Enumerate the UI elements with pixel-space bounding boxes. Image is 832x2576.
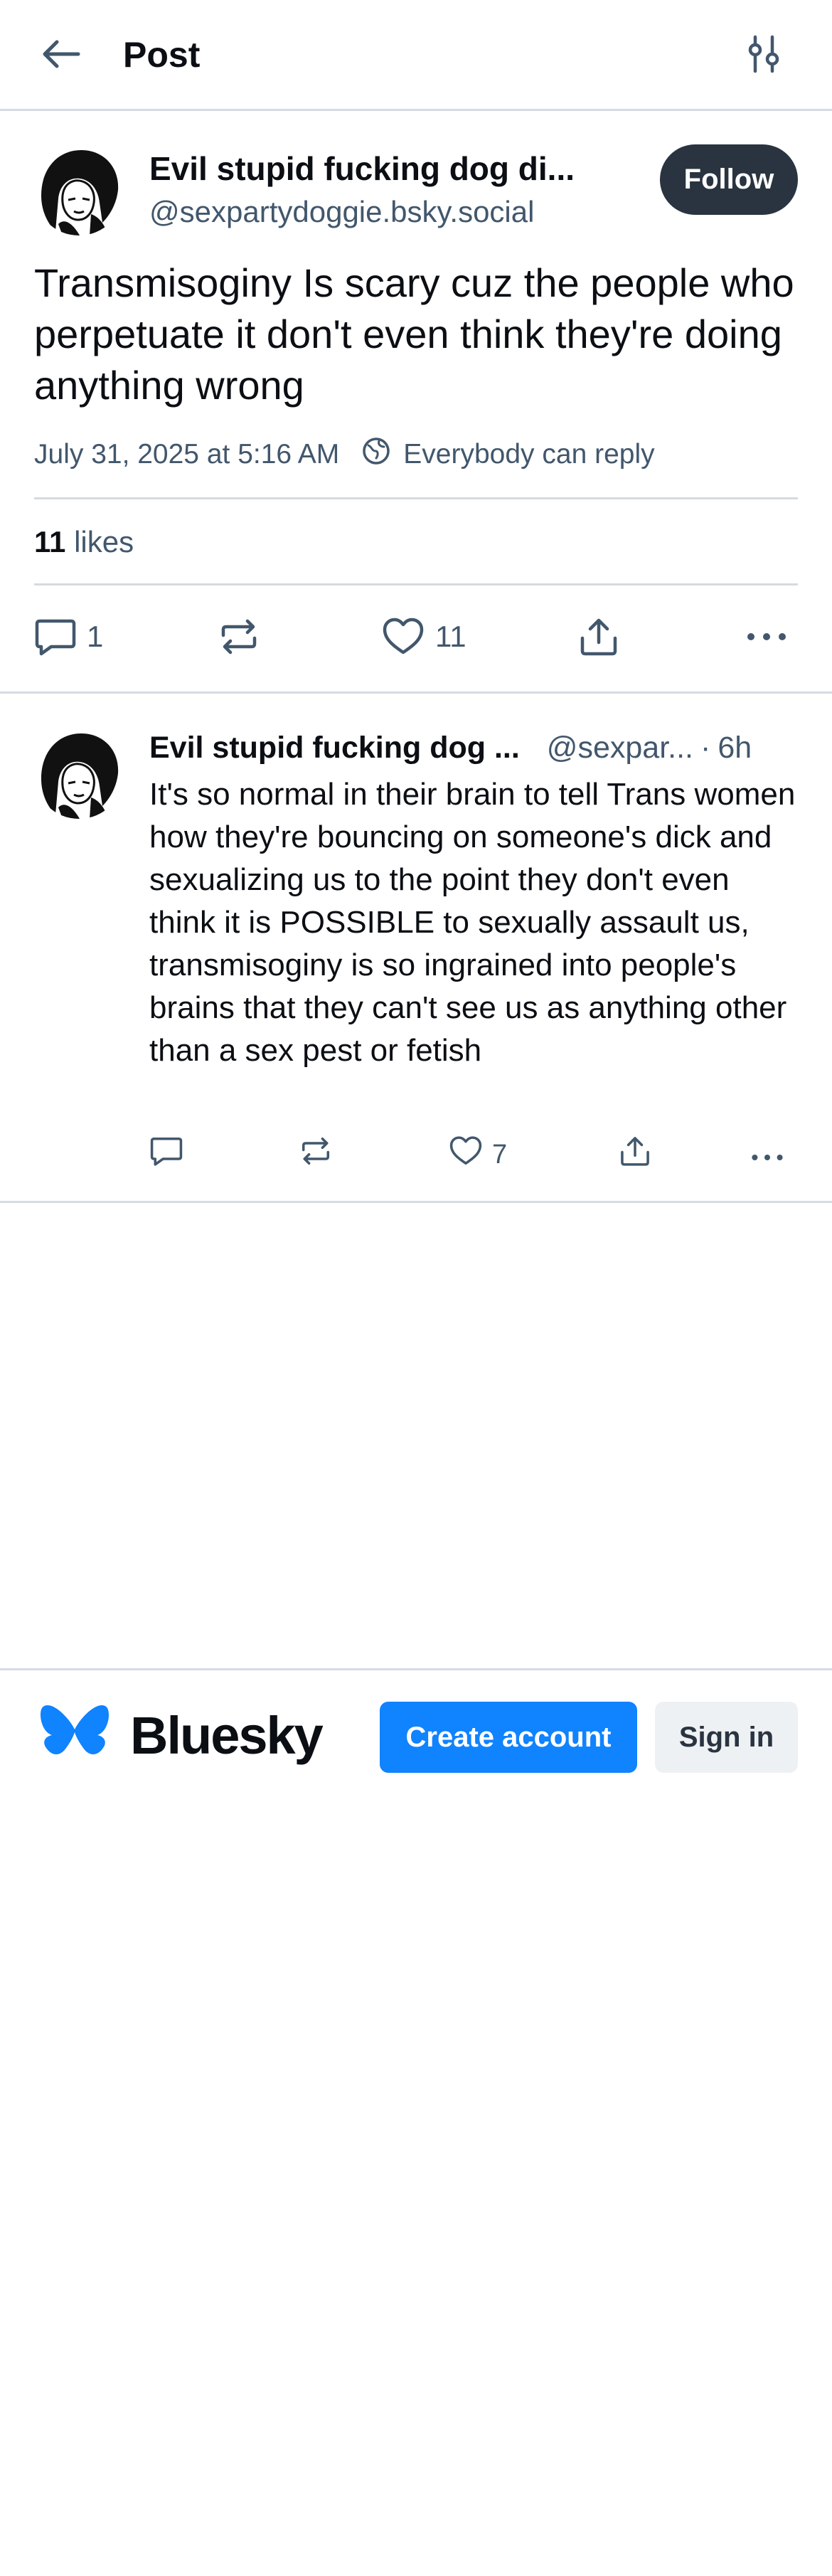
divider bbox=[0, 1201, 832, 1203]
sliders-icon bbox=[746, 34, 782, 78]
ellipsis-icon bbox=[750, 1140, 785, 1170]
page-title: Post bbox=[123, 35, 201, 75]
sign-in-button[interactable]: Sign in bbox=[655, 1702, 798, 1773]
reply-author-handle[interactable]: @sexpar... bbox=[547, 724, 693, 771]
reply-time[interactable]: 6h bbox=[718, 724, 752, 771]
share-icon bbox=[619, 1135, 651, 1174]
likes-count-link[interactable]: 11 likes bbox=[34, 519, 134, 565]
divider bbox=[34, 583, 798, 585]
butterfly-logo-icon bbox=[39, 1702, 110, 1765]
repost-button[interactable] bbox=[299, 1131, 341, 1178]
divider bbox=[34, 497, 798, 499]
ellipsis-icon bbox=[745, 630, 788, 644]
likes-count: 11 bbox=[34, 525, 66, 558]
reply-actions: 7 bbox=[149, 1131, 798, 1178]
reply-text: It's so normal in their brain to tell Tr… bbox=[149, 777, 796, 1068]
thread-options-button[interactable] bbox=[738, 32, 789, 79]
separator-dot: · bbox=[700, 731, 711, 765]
reply-setting-label: Everybody can reply bbox=[403, 439, 655, 470]
like-count: 7 bbox=[492, 1139, 508, 1170]
reply-count: 1 bbox=[87, 620, 104, 653]
reply-header: Evil stupid fucking dog ... @sexpar... ·… bbox=[149, 724, 798, 771]
share-button[interactable] bbox=[578, 608, 619, 665]
post-meta: July 31, 2025 at 5:16 AM Everybody can r… bbox=[34, 432, 655, 477]
reply-button[interactable]: 1 bbox=[34, 608, 103, 665]
heart-icon bbox=[381, 617, 425, 657]
signup-footer: Bluesky Create account Sign in bbox=[0, 1668, 832, 1803]
reply-setting[interactable]: Everybody can reply bbox=[362, 437, 655, 472]
reply-author-avatar[interactable] bbox=[34, 729, 124, 819]
more-options-button[interactable] bbox=[745, 608, 788, 665]
divider bbox=[0, 691, 832, 694]
share-icon bbox=[578, 617, 619, 657]
like-count: 11 bbox=[435, 620, 466, 653]
globe-icon bbox=[362, 437, 403, 472]
like-button[interactable]: 7 bbox=[448, 1131, 507, 1178]
reply-button[interactable] bbox=[149, 1131, 192, 1178]
repost-icon bbox=[299, 1135, 333, 1174]
post-actions: 1 11 bbox=[34, 608, 798, 665]
arrow-left-icon bbox=[40, 36, 82, 75]
share-button[interactable] bbox=[619, 1131, 651, 1178]
likes-label: likes bbox=[74, 525, 134, 558]
post-text: Transmisoginy Is scary cuz the people wh… bbox=[34, 260, 794, 408]
heart-icon bbox=[448, 1135, 484, 1174]
repost-icon bbox=[218, 617, 260, 657]
back-button[interactable] bbox=[36, 32, 87, 79]
reply-author-name[interactable]: Evil stupid fucking dog ... bbox=[149, 724, 520, 771]
author-handle[interactable]: @sexpartydoggie.bsky.social bbox=[149, 191, 534, 233]
more-options-button[interactable] bbox=[750, 1131, 785, 1178]
follow-button[interactable]: Follow bbox=[660, 144, 798, 215]
post-timestamp[interactable]: July 31, 2025 at 5:16 AM bbox=[34, 439, 339, 470]
repost-button[interactable] bbox=[218, 608, 270, 665]
author-avatar[interactable] bbox=[34, 146, 124, 235]
brand-name: Bluesky bbox=[130, 1706, 324, 1765]
like-button[interactable]: 11 bbox=[381, 608, 466, 665]
comment-icon bbox=[149, 1135, 183, 1174]
author-name[interactable]: Evil stupid fucking dog di... bbox=[149, 145, 619, 192]
comment-icon bbox=[34, 617, 77, 657]
top-bar: Post bbox=[0, 0, 832, 111]
create-account-button[interactable]: Create account bbox=[380, 1702, 637, 1773]
